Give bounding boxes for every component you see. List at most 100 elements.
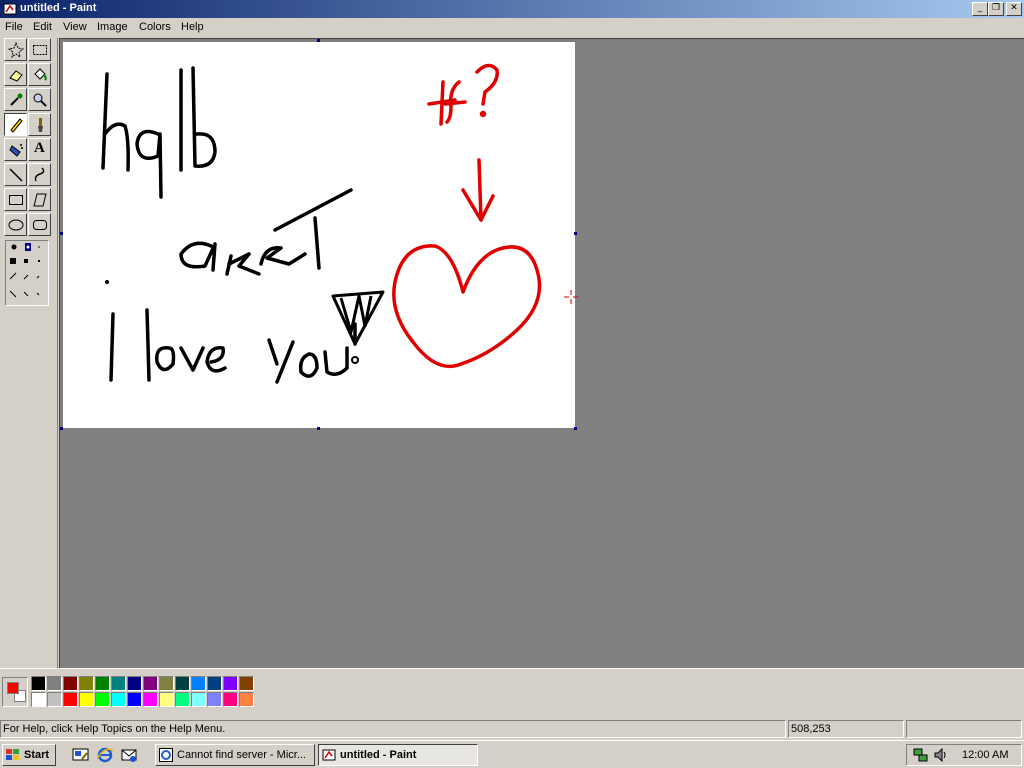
eraser-icon (9, 70, 23, 82)
toolbox: A (0, 38, 58, 668)
curve-tool[interactable] (28, 163, 51, 186)
palette-swatch[interactable] (207, 676, 222, 691)
clock: 12:00 AM (962, 749, 1009, 761)
pick-color-tool[interactable] (4, 88, 27, 111)
rectangle-icon (9, 195, 23, 205)
canvas-drawing: hqlb (101, 63, 542, 384)
ellipse-tool[interactable] (4, 213, 27, 236)
status-selection-size (906, 720, 1022, 738)
line-icon (9, 168, 23, 182)
status-bar: For Help, click Help Topics on the Help … (0, 718, 1024, 740)
paint-app-icon (3, 3, 17, 15)
palette-swatch[interactable] (127, 676, 142, 691)
color-palette (0, 668, 1024, 716)
resize-handle-bottom[interactable] (317, 427, 320, 430)
internet-explorer-icon[interactable] (96, 747, 114, 763)
menu-image[interactable]: Image (97, 21, 128, 33)
palette-swatch[interactable] (79, 692, 94, 707)
brush-tool[interactable] (28, 113, 51, 136)
line-tool[interactable] (4, 163, 27, 186)
resize-handle-top[interactable] (317, 39, 320, 42)
palette-swatch[interactable] (239, 676, 254, 691)
palette-swatch[interactable] (223, 692, 238, 707)
eyedropper-icon (10, 93, 23, 106)
palette-swatch[interactable] (175, 692, 190, 707)
menu-colors[interactable]: Colors (139, 21, 171, 33)
taskbar-item-paint[interactable]: untitled - Paint (318, 744, 478, 766)
palette-swatch[interactable] (31, 676, 46, 691)
palette-swatch[interactable] (207, 692, 222, 707)
fill-tool[interactable] (28, 63, 51, 86)
rounded-rectangle-tool[interactable] (28, 213, 51, 236)
text-tool[interactable]: A (28, 138, 51, 161)
palette-swatch[interactable] (159, 676, 174, 691)
brush-icon (38, 118, 43, 132)
foreground-color-swatch[interactable] (7, 682, 19, 694)
palette-swatch[interactable] (63, 692, 78, 707)
rectangle-tool[interactable] (4, 188, 27, 211)
taskbar-item-browser-label: Cannot find server - Micr... (177, 749, 306, 761)
palette-swatch[interactable] (127, 692, 142, 707)
palette-swatch[interactable] (239, 692, 254, 707)
palette-swatch[interactable] (159, 692, 174, 707)
taskbar: Start Cannot find server - Micr... untit… (0, 740, 1024, 768)
taskbar-item-browser[interactable]: Cannot find server - Micr... (155, 744, 315, 766)
palette-swatch[interactable] (191, 692, 206, 707)
resize-handle-left[interactable] (60, 232, 63, 235)
resize-handle-bottom-left[interactable] (60, 427, 63, 430)
curve-icon (34, 167, 45, 182)
magnifier-tool[interactable] (28, 88, 51, 111)
rounded-rectangle-icon (33, 220, 47, 230)
polygon-tool[interactable] (28, 188, 51, 211)
palette-swatch[interactable] (47, 676, 62, 691)
brush-size-options[interactable] (6, 241, 48, 305)
start-button[interactable]: Start (2, 744, 56, 766)
minimize-button[interactable]: _ (972, 2, 988, 16)
resize-handle-right[interactable] (574, 232, 577, 235)
network-icon[interactable] (913, 748, 929, 762)
crosshair-cursor-icon (564, 290, 578, 304)
airbrush-tool[interactable] (4, 138, 27, 161)
palette-swatch[interactable] (95, 676, 110, 691)
current-colors[interactable] (2, 677, 28, 707)
windows-logo-icon (6, 749, 19, 760)
drawing-canvas[interactable]: hqlb (63, 42, 578, 428)
menu-help[interactable]: Help (181, 21, 204, 33)
tool-options-panel (5, 240, 49, 306)
volume-icon[interactable] (933, 748, 949, 762)
palette-swatch[interactable] (143, 692, 158, 707)
menu-edit[interactable]: Edit (33, 21, 52, 33)
eraser-tool[interactable] (4, 63, 27, 86)
palette-swatch[interactable] (111, 676, 126, 691)
free-form-select-tool[interactable] (4, 38, 27, 61)
star-select-icon (8, 42, 24, 58)
pencil-tool[interactable] (4, 113, 27, 136)
ellipse-icon (8, 219, 24, 231)
title-bar: untitled - Paint _ ❐ ✕ (0, 0, 1024, 18)
workspace[interactable]: hqlb (59, 38, 1024, 668)
outlook-express-icon[interactable] (120, 747, 138, 763)
close-button[interactable]: ✕ (1006, 2, 1022, 16)
palette-swatch[interactable] (79, 676, 94, 691)
palette-swatch[interactable] (63, 676, 78, 691)
palette-swatch[interactable] (143, 676, 158, 691)
maximize-button[interactable]: ❐ (988, 2, 1004, 16)
resize-handle-corner[interactable] (574, 427, 577, 430)
palette-swatch[interactable] (95, 692, 110, 707)
palette-swatch[interactable] (31, 692, 46, 707)
start-label: Start (24, 749, 50, 761)
status-coordinates: 508,253 (788, 720, 904, 738)
palette-swatch[interactable] (47, 692, 62, 707)
palette-swatch[interactable] (111, 692, 126, 707)
palette-swatch[interactable] (191, 676, 206, 691)
text-icon: A (34, 140, 45, 156)
palette-swatch[interactable] (175, 676, 190, 691)
main-area: A (0, 38, 1024, 668)
menu-view[interactable]: View (63, 21, 87, 33)
menu-file[interactable]: File (5, 21, 23, 33)
paint-icon (322, 749, 336, 761)
show-desktop-icon[interactable] (72, 747, 90, 763)
select-tool[interactable] (28, 38, 51, 61)
airbrush-icon (9, 144, 23, 157)
palette-swatch[interactable] (223, 676, 238, 691)
